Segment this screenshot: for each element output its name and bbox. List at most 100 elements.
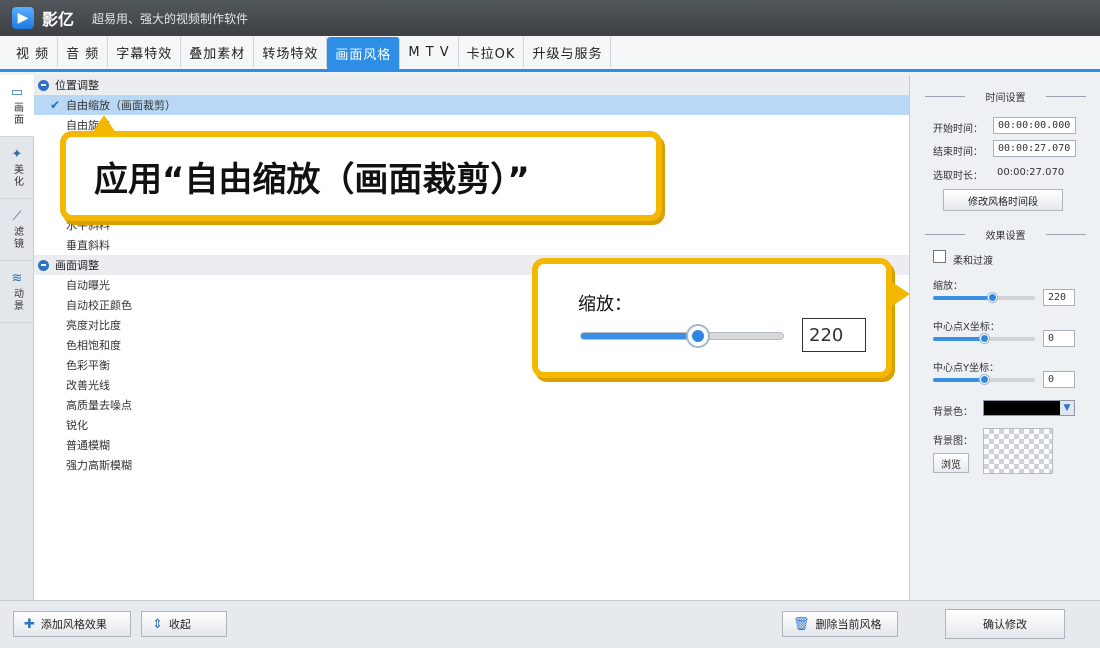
modify-time-button[interactable]: 修改风格时间段 [943,189,1063,211]
list-item-label: 普通模糊 [66,439,110,452]
list-item-label: 自动曝光 [66,279,110,292]
collapse-circle-icon [38,79,49,91]
list-item-label: 色彩平衡 [66,359,110,372]
delete-style-label: 删除当前风格 [815,618,882,631]
zoom-input[interactable]: 220 [1043,289,1075,306]
list-item-label: 自由缩放（画面裁剪） [66,99,176,112]
collapse-label: 收起 [168,618,191,631]
magic-wand-icon: ✦ [11,147,23,162]
center-x-input[interactable]: 0 [1043,330,1075,347]
side-tab-label: 画面 [11,102,23,126]
list-item[interactable]: 锐化 [34,415,909,435]
side-tab-label: 美化 [11,164,23,188]
app-slogan: 超易用、强大的视频制作软件 [92,11,249,26]
center-y-input[interactable]: 0 [1043,371,1075,388]
side-tab-2[interactable]: ⟋ 滤镜 [0,199,34,261]
side-tab-label: 滤镜 [11,226,23,250]
menu-tab-6[interactable]: M T V [400,37,459,67]
end-time-input[interactable]: 00:00:27.070 [993,140,1076,157]
add-effect-icon: ✚ [24,616,35,632]
list-item-label: 锐化 [66,419,88,432]
group-title: 画面调整 [55,259,99,272]
title-bar: ▶ 影亿 超易用、强大的视频制作软件 [0,0,1100,36]
soft-transition-checkbox[interactable] [933,250,946,263]
list-item[interactable]: 强力高斯模糊 [34,455,909,475]
list-item-label: 亮度对比度 [66,319,121,332]
filter-icon: ⟋ [12,209,22,224]
menu-tab-5[interactable]: 画面风格 [327,37,401,69]
list-item[interactable]: 垂直斜料 [34,235,909,255]
center-y-slider-fill [933,378,984,382]
side-tab-label: 动景 [11,288,23,312]
start-time-label: 开始时间： [933,124,983,135]
callout-text: 应用“自由缩放（画面裁剪）” [94,159,530,200]
end-time-label: 结束时间： [933,147,983,158]
menu-tab-0[interactable]: 视 频 [8,37,59,67]
confirm-button[interactable]: 确认修改 [945,609,1065,639]
menu-tab-1[interactable]: 音 频 [58,37,109,67]
bg-color-select[interactable]: ▼ [983,400,1075,416]
picture-icon: ▭ [10,85,24,100]
start-time-input[interactable]: 00:00:00.000 [993,117,1076,134]
list-item-label: 垂直斜料 [66,239,110,252]
app-name: 影亿 [42,10,75,29]
side-tab-3[interactable]: ≋ 动景 [0,261,34,323]
callout-pointer-right [892,282,910,306]
list-item[interactable]: 高质量去噪点 [34,395,909,415]
add-effect-button[interactable]: ✚ 添加风格效果 [13,611,131,637]
group-title: 位置调整 [55,79,99,92]
center-y-slider-knob[interactable] [979,375,989,384]
callout-pointer [92,115,116,133]
callout-zoom: 缩放： 220 [532,258,910,378]
zoom-slider-track[interactable] [933,296,1035,300]
chevron-down-icon: ▼ [1060,401,1074,415]
collapse-circle-icon [38,259,49,271]
list-item-label: 色相饱和度 [66,339,121,352]
center-x-slider-knob[interactable] [979,334,989,343]
delete-style-button[interactable]: 🗑 删除当前风格 [782,611,898,637]
center-y-label: 中心点Y坐标： [933,363,1000,374]
callout-zoom-label: 缩放： [578,294,632,315]
side-tab-1[interactable]: ✦ 美化 [0,137,34,199]
menu-tab-4[interactable]: 转场特效 [254,37,328,67]
bg-image-label: 背景图： [933,436,973,447]
callout-zoom-value[interactable]: 220 [802,318,866,352]
bg-image-preview [983,428,1053,474]
center-x-slider-fill [933,337,984,341]
list-item-label: 改善光线 [66,379,110,392]
effect-section-title: 效果设置 [925,227,1086,242]
time-section-title: 时间设置 [925,89,1086,104]
callout-zoom-slider-knob[interactable] [686,324,711,348]
list-item-label: 强力高斯模糊 [66,459,132,472]
list-item-label: 高质量去噪点 [66,399,132,412]
menu-tab-2[interactable]: 字幕特效 [108,37,182,67]
group-header-group1[interactable]: 位置调整 [34,75,909,95]
side-tab-strip: ▭ 画面 ✦ 美化 ⟋ 滤镜 ≋ 动景 [0,75,34,600]
menu-tab-7[interactable]: 卡拉OK [459,37,525,67]
list-item[interactable]: 改善光线 [34,375,909,395]
collapse-button[interactable]: ⇕ 收起 [141,611,227,637]
callout-zoom-slider-track[interactable] [580,332,784,340]
film-icon: ▶ [12,7,34,29]
list-item[interactable]: 普通模糊 [34,435,909,455]
duration-label: 选取时长： [933,171,983,182]
zoom-slider-fill [933,296,993,300]
add-effect-label: 添加风格效果 [40,618,107,631]
trash-icon: 🗑 [793,616,810,632]
right-panel: 时间设置 开始时间： 00:00:00.000 结束时间： 00:00:27.0… [911,75,1100,600]
collapse-icon: ⇕ [152,616,163,632]
center-x-label: 中心点X坐标： [933,322,1000,333]
menu-tab-3[interactable]: 叠加素材 [181,37,255,67]
list-item[interactable]: ✔ 自由缩放（画面裁剪） [34,95,909,115]
menu-tab-8[interactable]: 升级与服务 [524,37,612,67]
zoom-slider-knob[interactable] [987,293,997,302]
duration-value: 00:00:27.070 [997,167,1065,178]
callout-zoom-slider-fill [581,333,699,339]
menu-tabs: 视 频音 频字幕特效 叠加素材 转场特效 画面风格 M T V 卡拉OK 升级与服务 [0,36,1100,72]
motion-icon: ≋ [11,271,23,286]
browse-button[interactable]: 浏览 [933,453,969,473]
checkmark-icon: ✔ [50,98,61,112]
bg-color-label: 背景色： [933,407,973,418]
bottom-bar: ✚ 添加风格效果 ⇕ 收起 🗑 删除当前风格 确认修改 [0,600,1100,648]
side-tab-0[interactable]: ▭ 画面 [0,75,34,137]
